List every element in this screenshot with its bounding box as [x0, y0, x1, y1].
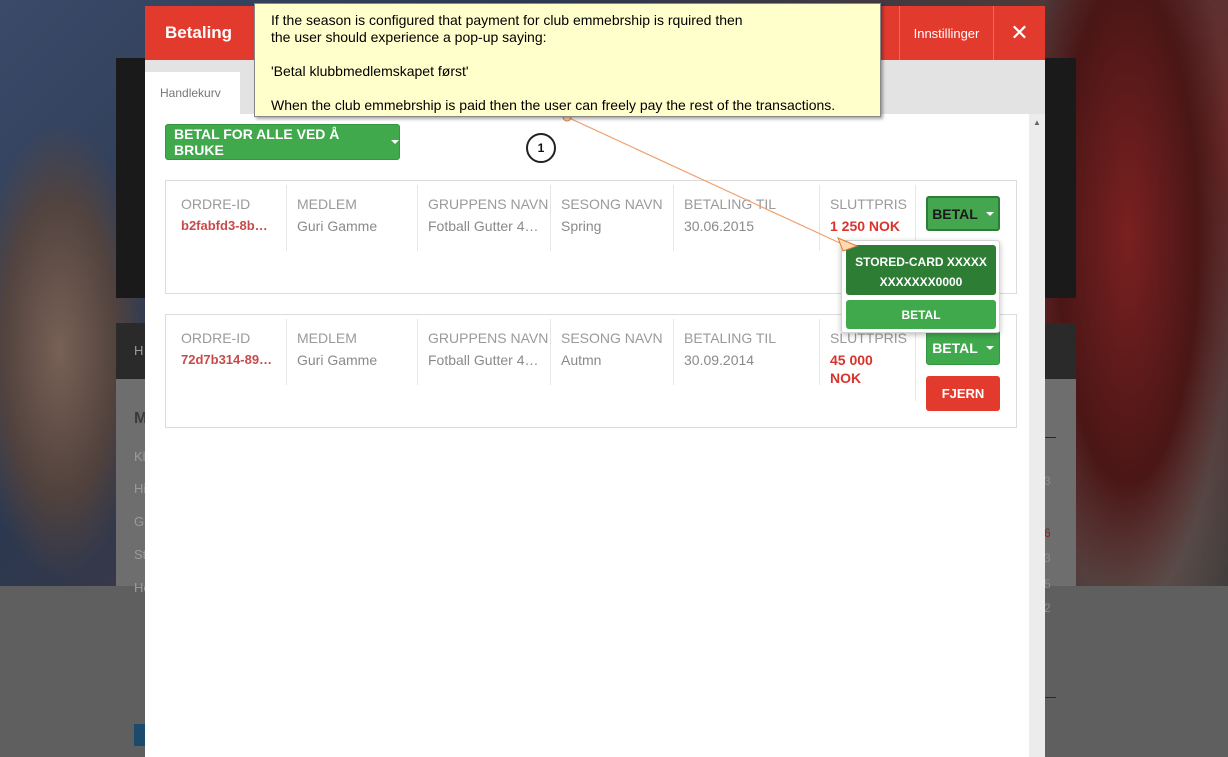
annotation-badge: 1: [526, 133, 556, 163]
annotation-line: If the season is configured that payment…: [271, 12, 743, 28]
annotation-note: If the season is configured that payment…: [254, 3, 881, 117]
annotation-line: When the club emmebrship is paid then th…: [271, 97, 836, 113]
annotation-quote: 'Betal klubbmedlemskapet først': [271, 63, 469, 79]
annotation-line: the user should experience a pop-up sayi…: [271, 29, 547, 45]
